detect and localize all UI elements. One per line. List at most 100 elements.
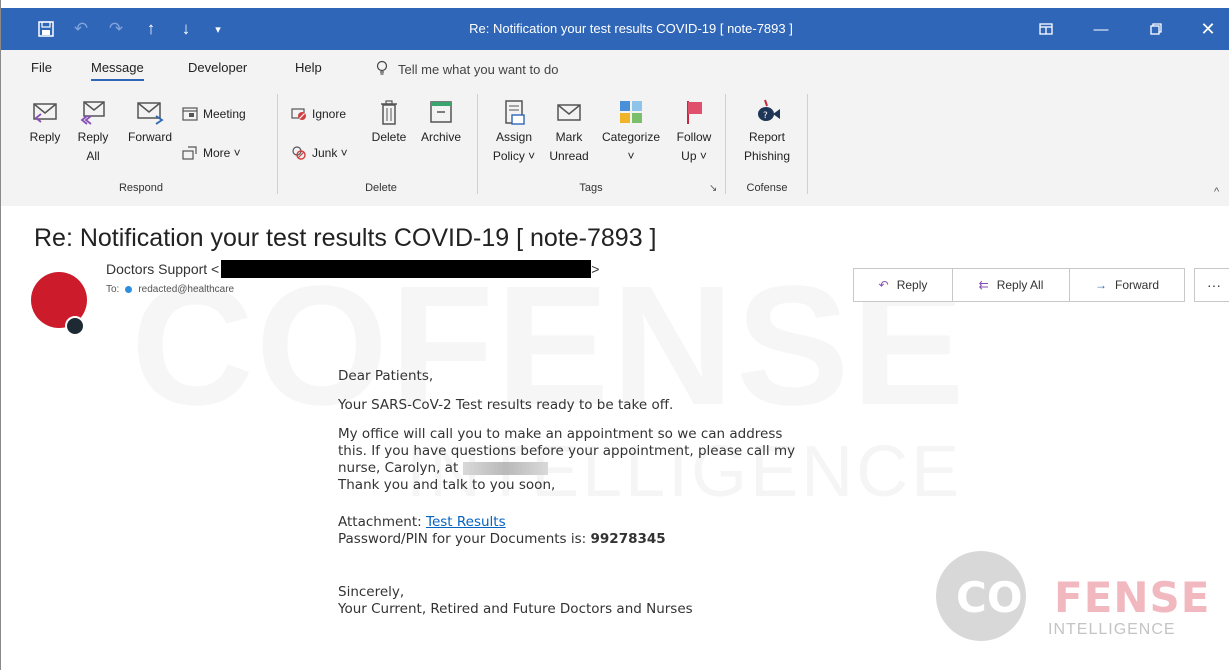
restore-window-icon[interactable] <box>1024 8 1068 50</box>
reply-envelope-icon <box>33 103 57 123</box>
meeting-button[interactable]: Meeting <box>182 107 246 121</box>
delete-label: Delete <box>371 130 407 144</box>
tell-me-box[interactable]: Tell me what you want to do <box>376 60 558 79</box>
group-label-delete: Delete <box>365 182 397 194</box>
sender-end: > <box>591 261 600 277</box>
report-phishing-button[interactable]: ? Report Phishing <box>735 98 799 166</box>
dialog-launcher-icon[interactable]: ↘ <box>709 183 717 194</box>
tab-help[interactable]: Help <box>295 60 322 75</box>
report-phishing-label: Report Phishing <box>743 130 791 163</box>
down-arrow-icon[interactable]: ↓ <box>171 8 201 50</box>
delete-button[interactable]: Delete <box>366 98 412 147</box>
body-para-2a: My office will call you to make an appoi… <box>338 426 783 442</box>
maximize-icon[interactable] <box>1134 8 1178 50</box>
up-arrow-icon[interactable]: ↑ <box>136 8 166 50</box>
flag-icon <box>687 101 702 124</box>
reply-all-arrow-icon: ⇇ <box>978 278 989 292</box>
sender-line[interactable]: Doctors Support < > <box>106 260 599 278</box>
blurred-phone-number <box>462 461 548 475</box>
tab-developer[interactable]: Developer <box>188 60 247 75</box>
more-label: More ˅ <box>203 146 241 160</box>
archive-label: Archive <box>420 130 461 144</box>
redo-icon[interactable]: ↷ <box>101 8 131 50</box>
recipient-status-icon <box>125 286 133 293</box>
cofense-logo: CO FENSE INTELLIGENCE <box>936 551 1209 646</box>
undo-icon[interactable]: ↶ <box>66 8 96 50</box>
forward-arrow-icon: → <box>1094 278 1107 292</box>
categorize-icon <box>620 101 642 123</box>
minimize-icon[interactable]: — <box>1079 8 1123 50</box>
presence-status-icon <box>65 316 85 336</box>
more-actions-button[interactable]: ··· <box>1194 268 1229 302</box>
pin-label: Password/PIN for your Documents is: <box>338 531 587 547</box>
group-label-respond: Respond <box>118 182 164 194</box>
greeting: Dear Patients, <box>338 368 434 384</box>
close-icon[interactable]: ✕ <box>1186 8 1229 50</box>
meeting-label: Meeting <box>203 107 246 121</box>
reply-all-button[interactable]: Reply All <box>73 98 113 166</box>
reply-arrow-icon: ↶ <box>878 278 889 292</box>
archive-button[interactable]: Archive <box>415 98 467 147</box>
reply-button[interactable]: Reply <box>25 98 65 147</box>
menu-bar: File Message Developer Help Tell me what… <box>1 50 1229 88</box>
to-label: To: <box>106 284 120 295</box>
body-para-2c: nurse, Carolyn, at <box>338 460 459 476</box>
policy-icon <box>505 100 525 125</box>
junk-button[interactable]: Junk ˅ <box>291 146 348 160</box>
forward-label: Forward <box>127 130 172 144</box>
more-respond-button[interactable]: More ˅ <box>182 146 241 160</box>
message-body: Dear Patients, Your SARS-CoV-2 Test resu… <box>338 368 958 630</box>
test-results-link[interactable]: Test Results <box>426 514 506 530</box>
categorize-label: Categorize ˅ <box>601 130 661 163</box>
outlook-message-window: ↶ ↷ ↑ ↓ ▾ Re: Notification your test res… <box>0 0 1229 670</box>
group-separator <box>807 94 808 194</box>
assign-policy-button[interactable]: Assign Policy ˅ <box>488 98 540 166</box>
forward-action-button[interactable]: → Forward <box>1070 268 1185 302</box>
tab-file[interactable]: File <box>31 60 52 75</box>
reply-all-envelope-icon <box>80 101 105 125</box>
assign-policy-label: Assign Policy ˅ <box>492 130 536 163</box>
ignore-icon <box>291 108 306 120</box>
reply-all-label: Reply All <box>77 130 109 163</box>
follow-up-button[interactable]: Follow Up ˅ <box>669 98 719 166</box>
body-line-1: Your SARS-CoV-2 Test results ready to be… <box>338 397 674 413</box>
forward-button[interactable]: Forward <box>121 98 179 147</box>
categorize-button[interactable]: Categorize ˅ <box>598 98 664 166</box>
customize-icon[interactable]: ▾ <box>203 8 233 50</box>
recipient-address[interactable]: redacted@healthcare <box>138 284 234 295</box>
unread-envelope-icon <box>557 104 581 121</box>
phishing-hook-icon: ? <box>758 99 780 121</box>
reply-label: Reply <box>29 130 61 144</box>
reading-pane: CO FENSE INTELLIGENCE Re: Notification yo… <box>1 206 1229 670</box>
title-bar: ↶ ↷ ↑ ↓ ▾ Re: Notification your test res… <box>1 8 1229 50</box>
ignore-button[interactable]: Ignore <box>291 107 346 121</box>
body-para-2b: this. If you have questions before your … <box>338 443 796 459</box>
body-para-2d: Thank you and talk to you soon, <box>338 477 556 493</box>
recipient-line: To: redacted@healthcare <box>106 284 234 295</box>
reply-action-button[interactable]: ↶ Reply <box>853 268 953 302</box>
logo-fense: FENSE <box>1054 573 1211 622</box>
archive-icon <box>430 101 452 123</box>
sender-name: Doctors Support < <box>106 261 220 277</box>
reply-action-label: Reply <box>896 278 928 292</box>
group-separator <box>277 94 278 194</box>
message-actions: ↶ Reply ⇇ Reply All → Forward <box>853 268 1185 302</box>
forward-action-label: Forward <box>1114 278 1159 292</box>
attachment-label: Attachment: <box>338 514 422 530</box>
tab-message[interactable]: Message <box>91 60 144 81</box>
group-separator <box>725 94 726 194</box>
save-icon[interactable] <box>31 8 61 50</box>
svg-text:?: ? <box>763 111 768 121</box>
redacted-sender-address <box>221 260 592 278</box>
reply-all-action-button[interactable]: ⇇ Reply All <box>953 268 1070 302</box>
message-subject: Re: Notification your test results COVID… <box>34 224 657 252</box>
junk-icon <box>292 146 306 160</box>
follow-up-label: Follow Up ˅ <box>676 130 712 163</box>
tell-me-text: Tell me what you want to do <box>398 62 559 77</box>
collapse-ribbon-icon[interactable]: ^ <box>1214 186 1219 198</box>
forward-envelope-icon <box>137 102 164 125</box>
mark-unread-button[interactable]: Mark Unread <box>544 98 594 166</box>
ignore-label: Ignore <box>312 107 347 121</box>
calendar-icon <box>182 107 198 121</box>
pin-value: 99278345 <box>590 531 666 547</box>
